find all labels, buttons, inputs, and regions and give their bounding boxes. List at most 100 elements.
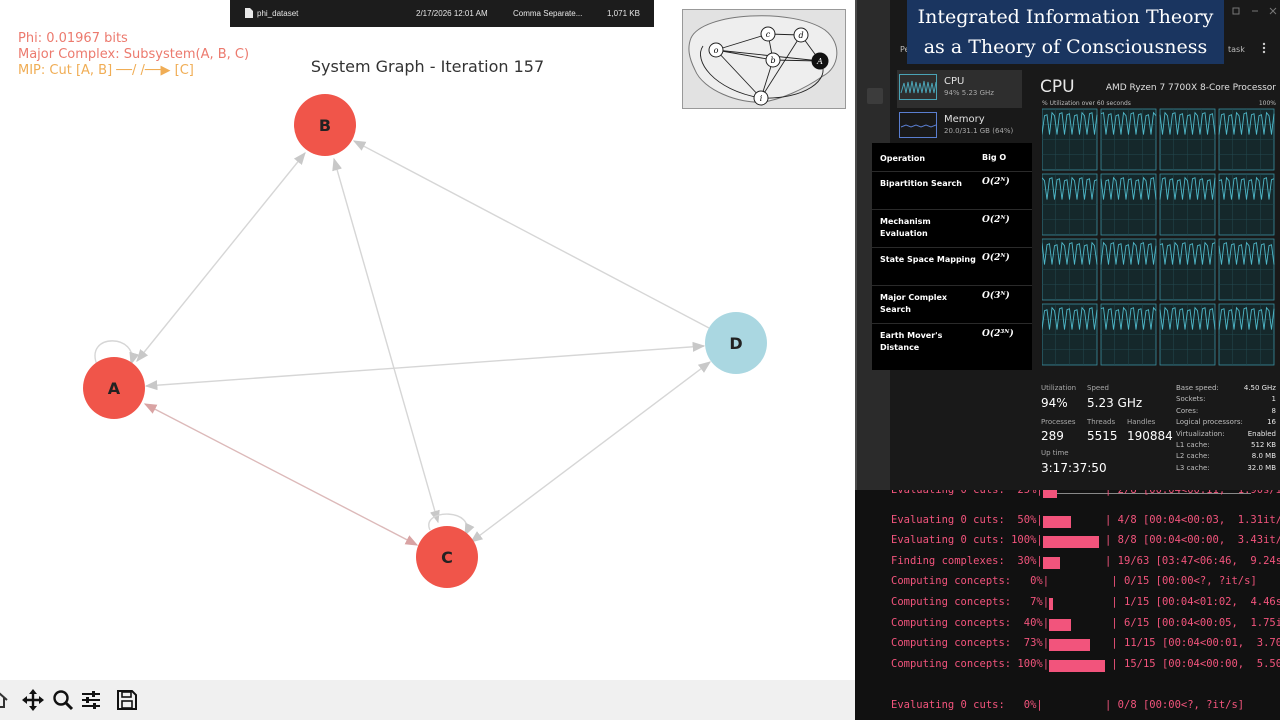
complexity-row: State Space Mapping O(2ᴺ)	[872, 248, 1032, 286]
cpu-core-graph	[1159, 108, 1216, 171]
file-explorer-row[interactable]: phi_dataset 2/17/2026 12:01 AM Comma Sep…	[230, 0, 654, 27]
progress-stats: | 2/8 [00:04<00:11, 1.90s/it]	[1098, 490, 1280, 496]
edge-b-c	[332, 157, 440, 524]
speed-value: 5.23 GHz	[1087, 396, 1143, 410]
progress-label: Computing concepts: 40%|	[891, 616, 1050, 629]
node-b[interactable]: B	[294, 94, 356, 156]
cpu-core-graph	[1100, 303, 1157, 366]
node-c[interactable]: C	[416, 526, 478, 588]
progress-track	[1049, 639, 1105, 652]
cpu-heading: CPU	[1040, 77, 1075, 97]
complexity-row: Earth Mover's Distance O(2³ᴺ)	[872, 324, 1032, 368]
banner-line-2: as a Theory of Consciousness	[923, 36, 1208, 58]
cpu-core-graph	[1100, 108, 1157, 171]
complexity-op: Mechanism Evaluation	[880, 217, 931, 238]
spec-value: Enabled	[1247, 430, 1276, 438]
cpu-core-graph	[1042, 173, 1098, 236]
file-icon	[245, 8, 253, 18]
cpu-core-graph	[1042, 303, 1098, 366]
complexity-header-op: Operation	[880, 154, 926, 163]
iit-node-b: b	[765, 52, 781, 68]
node-d-label: D	[729, 334, 742, 353]
uptime-value: 3:17:37:50	[1041, 461, 1107, 475]
node-a[interactable]: A	[83, 357, 145, 419]
svg-text:A: A	[816, 57, 823, 66]
spec-value: 8.0 MB	[1251, 452, 1276, 460]
iit-node-a: A	[811, 52, 829, 70]
progress-stats: | 4/8 [00:04<00:03, 1.31it/s]	[1098, 513, 1280, 526]
progress-bar	[1049, 598, 1054, 610]
zoom-icon[interactable]	[50, 688, 76, 712]
nav-hamburger-icon[interactable]	[867, 88, 883, 104]
sidebar-item-memory[interactable]: Memory 20.0/31.1 GB (64%)	[897, 108, 1022, 146]
node-c-label: C	[441, 548, 453, 567]
file-name: phi_dataset	[257, 9, 299, 18]
progress-bar	[1049, 639, 1091, 652]
complexity-op: Bipartition Search	[880, 179, 962, 188]
sidebar-memory-sub: 20.0/31.1 GB (64%)	[944, 127, 1014, 135]
terminal-line: Computing concepts: 7%| | 1/15 [00:04<01…	[891, 596, 1280, 610]
node-d[interactable]: D	[705, 312, 767, 374]
utilization-max: 100%	[1258, 100, 1276, 107]
complexity-bigo: O(2ᴺ)	[982, 177, 1010, 187]
complexity-bigo: O(2ᴺ)	[982, 253, 1010, 263]
sidebar-item-cpu[interactable]: CPU 94% 5.23 GHz	[897, 70, 1022, 108]
save-icon[interactable]	[114, 688, 140, 712]
threads-value: 5515	[1087, 429, 1118, 443]
terminal-line: Computing concepts: 40%| | 6/15 [00:04<0…	[891, 617, 1280, 631]
svg-text:o: o	[714, 46, 719, 55]
node-b-label: B	[319, 116, 331, 135]
iit-banner: Integrated Information Theory as a Theor…	[907, 0, 1224, 64]
sidebar-memory-title: Memory	[944, 114, 985, 125]
iit-node-c: c	[760, 26, 776, 42]
progress-bar	[1049, 659, 1106, 672]
tm-run-task-fragment: task	[1228, 45, 1245, 54]
spec-label: Cores:	[1176, 407, 1199, 415]
speed-label: Speed	[1087, 384, 1109, 392]
more-options-icon[interactable]	[1258, 42, 1270, 54]
cpu-core-graph	[1218, 173, 1275, 236]
terminal-line: Evaluating 0 cuts: 0%| | 0/8 [00:00<?, ?…	[891, 699, 1244, 713]
complexity-header-bigo: Big O	[982, 153, 1007, 162]
file-type: Comma Separate...	[513, 9, 583, 18]
processes-value: 289	[1041, 429, 1064, 443]
threads-label: Threads	[1087, 418, 1116, 426]
complexity-row: Mechanism Evaluation O(2ᴺ)	[872, 210, 1032, 248]
iit-diagram-image: o c d b A i	[682, 9, 846, 109]
spec-value: 8	[1271, 407, 1276, 415]
spec-label: Logical processors:	[1176, 418, 1243, 426]
progress-stats: | 15/15 [00:04<00:00, 5.50it/s]	[1111, 657, 1280, 670]
terminal-line: Finding complexes: 30%| | 19/63 [03:47<0…	[891, 555, 1280, 569]
complexity-header: Operation Big O	[872, 143, 1032, 172]
progress-label: Computing concepts: 73%|	[891, 637, 1050, 650]
spec-label: L3 cache:	[1176, 464, 1210, 472]
complexity-op: Major Complex Search	[880, 293, 948, 314]
progress-label: Computing concepts: 7%|	[891, 596, 1050, 608]
configure-icon[interactable]	[78, 688, 104, 712]
progress-track	[1042, 536, 1099, 549]
terminal-line: Evaluating 0 cuts: 100%| | 8/8 [00:04<00…	[891, 534, 1280, 549]
spec-value: 4.50 GHz	[1243, 384, 1276, 392]
cpu-sparkline-icon	[899, 74, 937, 100]
sidebar-cpu-title: CPU	[944, 76, 965, 87]
utilization-label: Utilization	[1041, 384, 1077, 392]
pan-icon[interactable]	[20, 688, 46, 712]
cpu-core-graph	[1218, 108, 1275, 171]
banner-line-1: Integrated Information Theory	[917, 6, 1214, 28]
spec-label: Virtualization:	[1176, 430, 1225, 438]
complexity-op: Earth Mover's Distance	[880, 331, 943, 352]
sidebar-cpu-sub: 94% 5.23 GHz	[944, 89, 994, 97]
utilization-value: 94%	[1041, 396, 1068, 410]
progress-track	[1042, 556, 1099, 569]
processes-label: Processes	[1041, 418, 1076, 426]
svg-text:i: i	[760, 94, 763, 103]
edge-a-d	[144, 341, 706, 391]
matplotlib-figure: B A C D Phi: 0.01967 bits Major Complex:…	[0, 0, 855, 720]
window-controls[interactable]	[1232, 6, 1278, 16]
home-icon[interactable]	[0, 688, 12, 712]
uptime-label: Up time	[1041, 449, 1069, 457]
complexity-row: Major Complex Search O(3ᴺ)	[872, 286, 1032, 324]
spec-value: 512 KB	[1251, 441, 1276, 449]
spec-value: 16	[1267, 418, 1276, 426]
progress-bar	[1042, 515, 1071, 528]
